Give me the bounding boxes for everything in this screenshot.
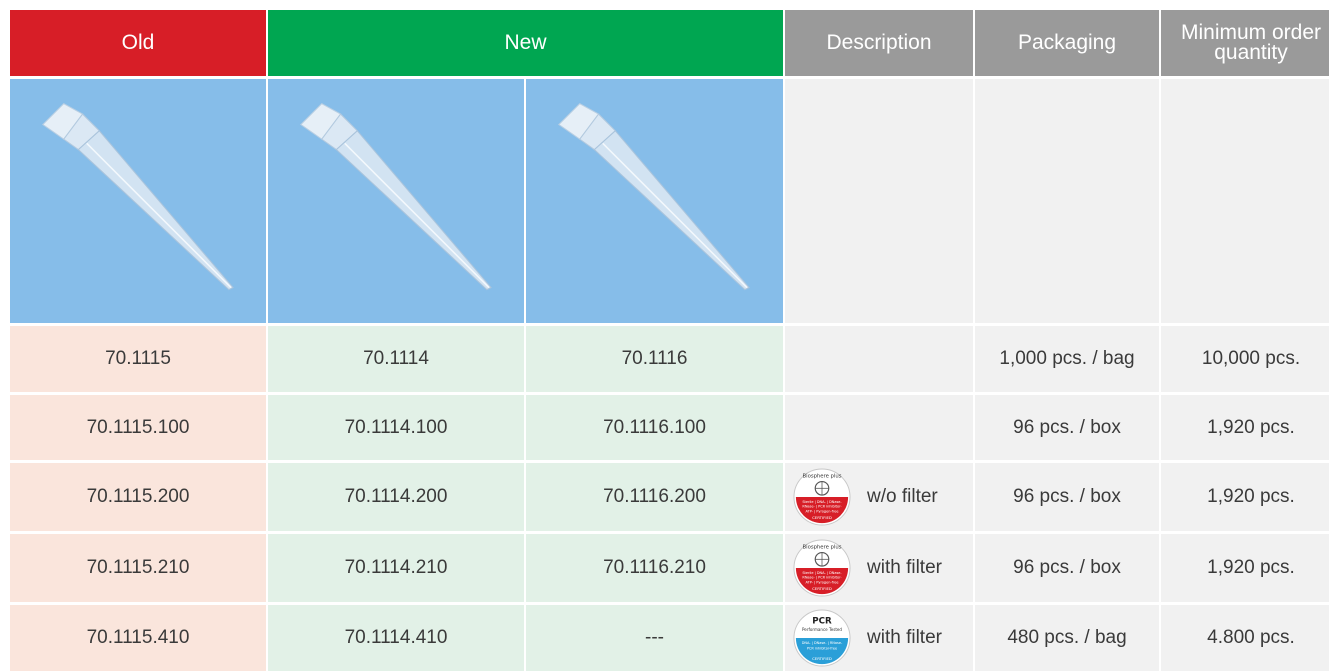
svg-text:CERTIFIED: CERTIFIED (812, 515, 832, 520)
header-new: New (268, 10, 783, 76)
svg-text:CERTIFIED: CERTIFIED (812, 586, 832, 591)
svg-text:RNase- | PCR inhibitor-: RNase- | PCR inhibitor- (802, 505, 842, 509)
cell-packaging: 96 pcs. / box (975, 534, 1159, 602)
biosphere-plus-seal-icon: Biosphere plus Sterile | DNA- | DNase- R… (793, 539, 851, 597)
biosphere-plus-seal-icon: Biosphere plus Sterile | DNA- | DNase- R… (793, 468, 851, 526)
svg-text:Sterile | DNA- | DNase-: Sterile | DNA- | DNase- (802, 500, 842, 504)
cell-new-1: 70.1114.210 (268, 534, 524, 602)
svg-text:Biosphere plus: Biosphere plus (802, 545, 841, 551)
description-text: with filter (867, 627, 942, 648)
cell-min-order: 1,920 pcs. (1161, 395, 1329, 460)
pipette-tip-image-new-1 (268, 79, 524, 323)
header-packaging: Packaging (975, 10, 1159, 76)
cell-packaging: 1,000 pcs. / bag (975, 326, 1159, 392)
cell-old: 70.1115.200 (10, 463, 266, 531)
svg-text:Biosphere plus: Biosphere plus (802, 474, 841, 480)
description-text: with filter (867, 557, 942, 578)
cell-description: Biosphere plus Sterile | DNA- | DNase- R… (785, 534, 973, 602)
empty-image-cell (975, 79, 1159, 323)
cell-new-1: 70.1114.100 (268, 395, 524, 460)
cell-min-order: 1,920 pcs. (1161, 463, 1329, 531)
cell-old: 70.1115.410 (10, 605, 266, 671)
header-old: Old (10, 10, 266, 76)
svg-text:CERTIFIED: CERTIFIED (812, 656, 832, 661)
cell-new-2: 70.1116 (526, 326, 783, 392)
pipette-tip-image-new-2 (526, 79, 783, 323)
header-min-order: Minimum order quantity (1161, 10, 1329, 76)
cell-new-1: 70.1114 (268, 326, 524, 392)
cell-new-2: 70.1116.210 (526, 534, 783, 602)
cell-old: 70.1115.210 (10, 534, 266, 602)
cell-old: 70.1115 (10, 326, 266, 392)
cell-packaging: 480 pcs. / bag (975, 605, 1159, 671)
header-description: Description (785, 10, 973, 76)
svg-text:PCR inhibitor-free: PCR inhibitor-free (807, 647, 837, 651)
pipette-tip-image-old (10, 79, 266, 323)
cell-description (785, 395, 973, 460)
cell-new-1: 70.1114.200 (268, 463, 524, 531)
svg-text:Sterile | DNA- | DNase-: Sterile | DNA- | DNase- (802, 571, 842, 575)
description-text: w/o filter (867, 486, 938, 507)
svg-text:Performance Tested: Performance Tested (802, 627, 842, 632)
cell-old: 70.1115.100 (10, 395, 266, 460)
svg-text:PCR: PCR (812, 617, 832, 627)
svg-text:DNA- | DNase- | RNase-: DNA- | DNase- | RNase- (802, 641, 843, 645)
product-table: Old New Description Packaging Minimum or… (10, 10, 1329, 671)
cell-new-2: 70.1116.100 (526, 395, 783, 460)
cell-min-order: 1,920 pcs. (1161, 534, 1329, 602)
cell-description (785, 326, 973, 392)
cell-description: Biosphere plus Sterile | DNA- | DNase- R… (785, 463, 973, 531)
svg-text:RNase- | PCR inhibitor-: RNase- | PCR inhibitor- (802, 576, 842, 580)
cell-packaging: 96 pcs. / box (975, 463, 1159, 531)
cell-new-2: 70.1116.200 (526, 463, 783, 531)
cell-packaging: 96 pcs. / box (975, 395, 1159, 460)
empty-image-cell (785, 79, 973, 323)
cell-min-order: 10,000 pcs. (1161, 326, 1329, 392)
svg-text:ATP- | Pyrogen-free: ATP- | Pyrogen-free (805, 509, 838, 513)
cell-new-1: 70.1114.410 (268, 605, 524, 671)
empty-image-cell (1161, 79, 1329, 323)
pcr-performance-tested-seal-icon: PCR Performance Tested DNA- | DNase- | R… (793, 609, 851, 667)
svg-text:ATP- | Pyrogen-free: ATP- | Pyrogen-free (805, 580, 838, 584)
cell-description: PCR Performance Tested DNA- | DNase- | R… (785, 605, 973, 671)
cell-min-order: 4.800 pcs. (1161, 605, 1329, 671)
cell-new-2: --- (526, 605, 783, 671)
